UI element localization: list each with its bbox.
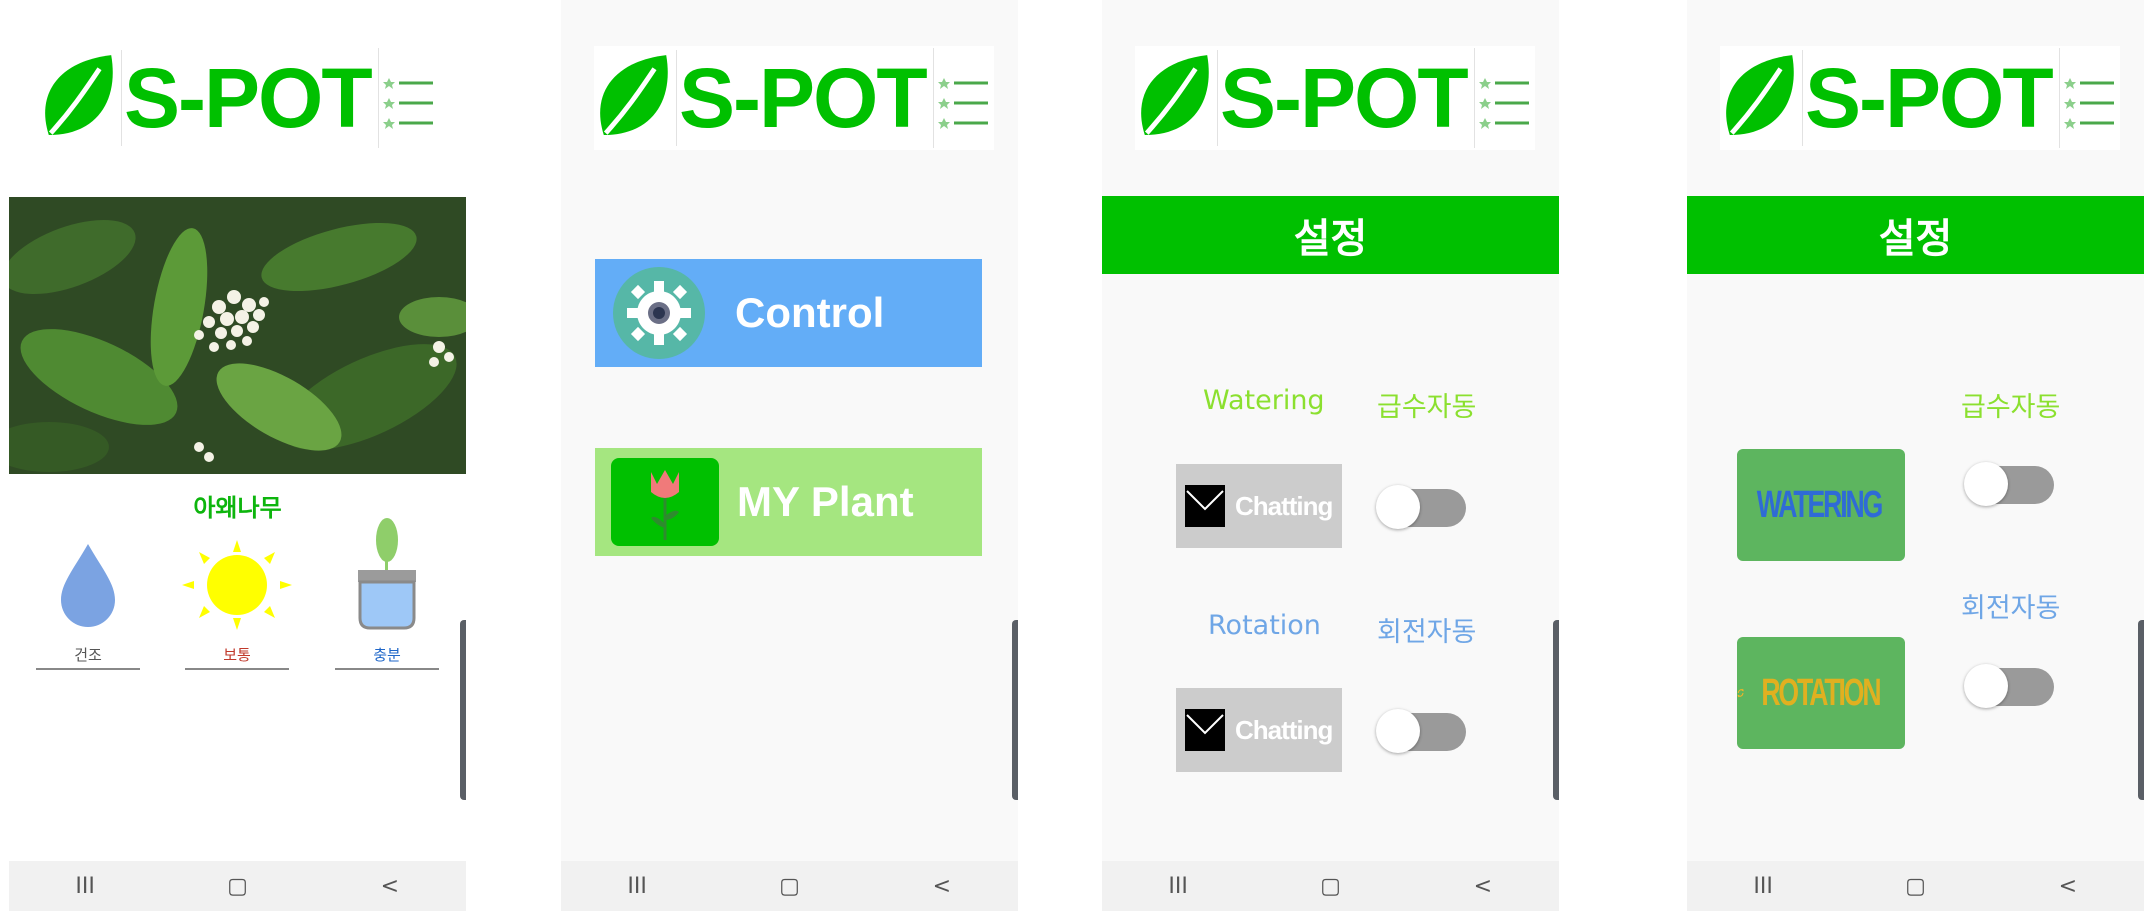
brand-title: S-POT <box>1220 51 1469 145</box>
recent-apps-button[interactable]: III <box>1148 874 1208 899</box>
screen-main-menu: S-POT Control MY Plant III ▢ < <box>561 0 1018 911</box>
home-button[interactable]: ▢ <box>207 874 267 899</box>
settings-header: 설정 <box>1687 196 2144 274</box>
watering-chat-label: Chatting <box>1235 490 1333 521</box>
system-navbar: III ▢ < <box>1102 861 1559 911</box>
leaf-logo-icon <box>600 55 668 136</box>
app-logo: S-POT <box>39 46 439 150</box>
stat-dry: 건조 <box>28 540 148 670</box>
edge-panel-handle[interactable] <box>1012 620 1018 800</box>
menu-icon <box>2064 78 2114 129</box>
brand-title: S-POT <box>124 51 373 145</box>
app-logo: S-POT <box>1135 46 1535 150</box>
menu-button[interactable] <box>378 48 439 148</box>
edge-panel-handle[interactable] <box>1553 620 1559 800</box>
envelope-icon <box>1185 485 1225 527</box>
control-button[interactable]: Control <box>595 259 982 367</box>
edge-panel-handle[interactable] <box>460 620 466 800</box>
screen-settings-chat: S-POT 설정 Watering 급수자동 Chatting Rotation… <box>1102 0 1559 911</box>
recent-apps-button[interactable]: III <box>55 874 115 899</box>
watering-image-label: WATERING <box>1756 483 1884 526</box>
back-button[interactable]: < <box>2038 874 2098 899</box>
my-plant-button[interactable]: MY Plant <box>595 448 982 556</box>
watering-auto-label: 급수자동 <box>1961 392 2061 423</box>
brand-title: S-POT <box>679 51 928 145</box>
rotation-auto-toggle[interactable] <box>1964 664 2054 708</box>
rotation-image-label: ROTATION <box>1761 671 1882 714</box>
menu-button[interactable] <box>933 48 994 148</box>
screen-settings-images: S-POT 설정 급수자동 WATERING 회전자동 ROTATION III… <box>1687 0 2144 911</box>
back-button[interactable]: < <box>1453 874 1513 899</box>
edge-panel-handle[interactable] <box>2138 620 2144 800</box>
brand-title: S-POT <box>1805 51 2054 145</box>
rotation-label: Rotation <box>1208 610 1321 641</box>
app-logo: S-POT <box>1720 46 2120 150</box>
rotation-auto-label: 회전자동 <box>1961 593 2061 624</box>
menu-icon <box>383 78 433 129</box>
leaf-logo-icon <box>1141 55 1209 136</box>
recent-apps-button[interactable]: III <box>607 874 667 899</box>
rotation-chat-label: Chatting <box>1235 714 1333 745</box>
menu-icon <box>1479 78 1529 129</box>
rotation-chat-button[interactable]: Chatting <box>1176 688 1342 772</box>
watering-chat-button[interactable]: Chatting <box>1176 464 1342 548</box>
rotation-auto-toggle[interactable] <box>1376 709 1466 753</box>
stat-dry-label: 건조 <box>36 644 140 670</box>
gear-icon <box>613 267 705 359</box>
leaf-logo-icon <box>45 55 113 136</box>
stat-normal: 보통 <box>177 540 297 670</box>
rotation-image-button[interactable]: ROTATION <box>1737 637 1905 749</box>
rotate-arrows-icon <box>1737 688 1744 698</box>
menu-button[interactable] <box>1474 48 1535 148</box>
menu-icon <box>938 78 988 129</box>
my-plant-button-label: MY Plant <box>737 478 914 525</box>
stat-enough-label: 충분 <box>335 644 439 670</box>
system-navbar: III ▢ < <box>9 861 466 911</box>
plant-photo <box>9 197 466 474</box>
settings-header: 설정 <box>1102 196 1559 274</box>
pot-icon <box>358 518 416 630</box>
leaf-logo-icon <box>1726 55 1794 136</box>
home-button[interactable]: ▢ <box>1885 874 1945 899</box>
watering-label: Watering <box>1203 385 1325 416</box>
watering-auto-toggle[interactable] <box>1376 485 1466 529</box>
back-button[interactable]: < <box>912 874 972 899</box>
watering-auto-label: 급수자동 <box>1377 392 1477 423</box>
screen-plant-status: S-POT 아왜나무 건조 보통 충분 III ▢ < <box>9 0 466 911</box>
control-button-label: Control <box>735 289 885 336</box>
watering-auto-toggle[interactable] <box>1964 462 2054 506</box>
watering-image-button[interactable]: WATERING <box>1737 449 1905 561</box>
home-button[interactable]: ▢ <box>759 874 819 899</box>
envelope-icon <box>1185 709 1225 751</box>
system-navbar: III ▢ < <box>561 861 1018 911</box>
home-button[interactable]: ▢ <box>1300 874 1360 899</box>
settings-title: 설정 <box>1878 216 1953 262</box>
menu-button[interactable] <box>2059 48 2120 148</box>
stat-enough: 충분 <box>327 518 447 670</box>
app-logo: S-POT <box>594 46 994 150</box>
rotation-auto-label: 회전자동 <box>1377 617 1477 648</box>
tulip-icon <box>611 458 719 546</box>
back-button[interactable]: < <box>360 874 420 899</box>
settings-title: 설정 <box>1293 216 1368 262</box>
system-navbar: III ▢ < <box>1687 861 2144 911</box>
water-drop-icon <box>61 544 115 627</box>
stat-normal-label: 보통 <box>185 644 289 670</box>
recent-apps-button[interactable]: III <box>1733 874 1793 899</box>
sun-icon <box>182 540 292 630</box>
